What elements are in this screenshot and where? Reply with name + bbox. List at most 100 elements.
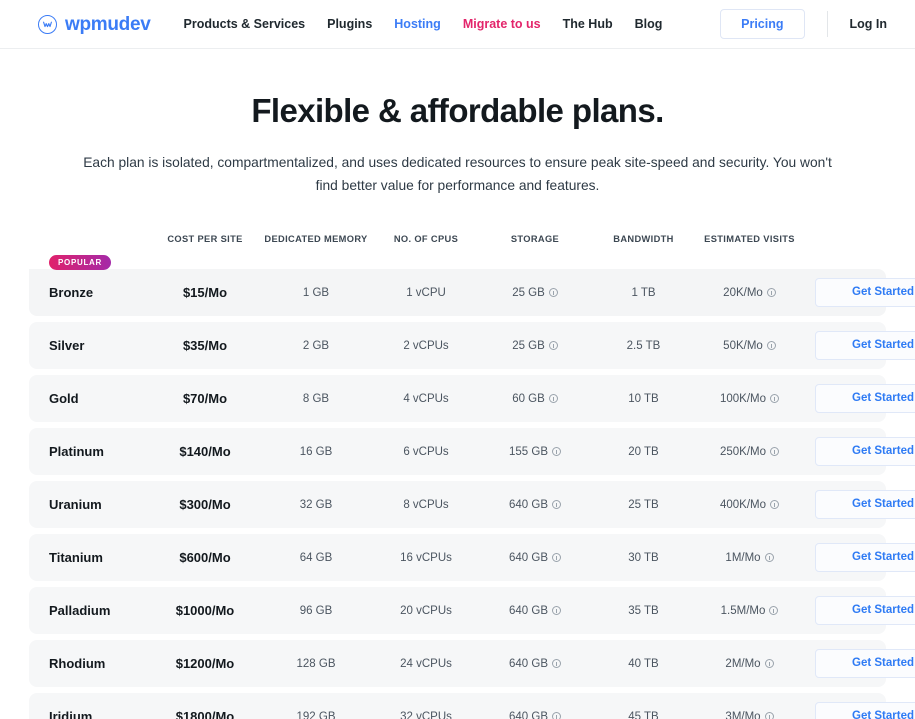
column-header-cost-per-site: COST PER SITE	[167, 234, 243, 245]
plan-dedicated-memory: 16 GB	[260, 446, 372, 458]
get-started-button[interactable]: Get Started	[815, 543, 915, 573]
plan-bandwidth-value: 30 TB	[628, 551, 659, 564]
pricing-button[interactable]: Pricing	[720, 8, 805, 40]
plan-bandwidth: 2.5 TB	[590, 340, 697, 352]
plan-dedicated-memory: 192 GB	[260, 711, 372, 719]
estimated-visits-info-icon[interactable]	[764, 553, 774, 563]
wpmudev-circle-logo-icon	[38, 14, 57, 34]
nav-link-plugins[interactable]: Plugins	[327, 18, 372, 31]
nav-link-blog[interactable]: Blog	[635, 18, 663, 31]
plan-bandwidth: 1 TB	[590, 287, 697, 299]
plan-estimated-visits-value: 1.5M/Mo	[720, 604, 766, 617]
plan-dedicated-memory-value: 32 GB	[299, 498, 333, 511]
plan-price: $1800/Mo	[175, 709, 235, 719]
plan-price: $1200/Mo	[175, 656, 235, 672]
plan-estimated-visits: 1M/Mo	[697, 552, 802, 564]
nav-link-the-hub[interactable]: The Hub	[563, 18, 613, 31]
get-started-button[interactable]: Get Started	[815, 649, 915, 679]
estimated-visits-info-icon[interactable]	[769, 606, 779, 616]
plan-estimated-visits-value: 20K/Mo	[723, 286, 763, 299]
plan-cpus: 2 vCPUs	[372, 340, 480, 352]
estimated-visits-info-icon[interactable]	[770, 500, 780, 510]
storage-info-icon[interactable]	[548, 394, 558, 404]
plan-estimated-visits-value: 100K/Mo	[719, 392, 767, 405]
plan-cpus-value: 2 vCPUs	[403, 339, 449, 352]
plan-cpus: 8 vCPUs	[372, 499, 480, 511]
storage-info-icon[interactable]	[548, 341, 558, 351]
plan-dedicated-memory-value: 192 GB	[296, 710, 336, 719]
plan-name: Uranium	[49, 497, 102, 513]
nav-link-migrate-to-us[interactable]: Migrate to us	[463, 18, 541, 31]
storage-info-icon[interactable]	[552, 447, 561, 457]
plan-storage-value: 640 GB	[509, 498, 548, 511]
nav-link-products-services[interactable]: Products & Services	[184, 18, 306, 31]
plan-dedicated-memory: 128 GB	[260, 658, 372, 670]
plan-name: Platinum	[49, 444, 104, 460]
estimated-visits-info-icon[interactable]	[766, 341, 776, 351]
storage-info-icon[interactable]	[552, 659, 561, 669]
brand-name: wpmudev	[65, 13, 151, 35]
plan-cta-cell: Get Started	[802, 278, 915, 308]
get-started-button[interactable]: Get Started	[815, 331, 915, 361]
plan-name: Iridium	[49, 709, 93, 719]
plan-estimated-visits: 3M/Mo	[697, 711, 802, 719]
brand-logo[interactable]: wpmudev	[38, 13, 151, 35]
plan-dedicated-memory-value: 2 GB	[302, 339, 330, 352]
plan-name: Palladium	[49, 603, 111, 619]
plan-cta-cell: Get Started	[802, 490, 915, 520]
storage-info-icon[interactable]	[548, 288, 558, 298]
plan-storage: 25 GB	[480, 340, 590, 352]
plan-cpus: 4 vCPUs	[372, 393, 480, 405]
plan-cpus: 20 vCPUs	[372, 605, 480, 617]
table-row: Bronze $15/Mo 1 GB 1 vCPU 25 GB 1 TB 20K/Mo Get…	[29, 269, 915, 317]
get-started-button[interactable]: Get Started	[815, 437, 915, 467]
plan-dedicated-memory: 96 GB	[260, 605, 372, 617]
get-started-button[interactable]: Get Started	[815, 702, 915, 719]
plan-estimated-visits: 20K/Mo	[697, 287, 802, 299]
plan-storage-value: 640 GB	[509, 657, 548, 670]
page-subtitle: Each plan is isolated, compartmentalized…	[83, 154, 832, 194]
plan-storage: 640 GB	[480, 552, 590, 564]
storage-info-icon[interactable]	[552, 606, 561, 616]
nav-link-hosting[interactable]: Hosting	[394, 18, 441, 31]
plan-estimated-visits-value: 250K/Mo	[719, 445, 767, 458]
estimated-visits-info-icon[interactable]	[770, 447, 780, 457]
plan-price: $70/Mo	[182, 391, 228, 407]
storage-info-icon[interactable]	[552, 500, 561, 510]
hero-section: Flexible & affordable plans. Each plan i…	[0, 49, 915, 198]
plan-bandwidth: 25 TB	[590, 499, 697, 511]
storage-info-icon[interactable]	[552, 553, 561, 563]
get-started-button[interactable]: Get Started	[815, 596, 915, 626]
plan-price: $15/Mo	[182, 285, 228, 301]
header-actions: Pricing Log In	[720, 8, 888, 40]
column-header-storage: STORAGE	[510, 234, 560, 245]
login-link[interactable]: Log In	[850, 18, 888, 31]
estimated-visits-info-icon[interactable]	[770, 394, 780, 404]
plan-cpus-value: 6 vCPUs	[403, 445, 449, 458]
column-header-dedicated-memory: DEDICATED MEMORY	[264, 234, 368, 245]
plan-cpus: 24 vCPUs	[372, 658, 480, 670]
plan-cta-cell: Get Started	[802, 384, 915, 414]
get-started-button[interactable]: Get Started	[815, 278, 915, 308]
plan-name: Rhodium	[49, 656, 106, 672]
plan-cpus-value: 1 vCPU	[406, 286, 446, 299]
get-started-button[interactable]: Get Started	[815, 384, 915, 414]
estimated-visits-info-icon[interactable]	[764, 659, 774, 669]
pricing-table: COST PER SITE DEDICATED MEMORY NO. OF CP…	[0, 226, 915, 719]
estimated-visits-info-icon[interactable]	[764, 712, 774, 719]
plan-cpus: 16 vCPUs	[372, 552, 480, 564]
get-started-button[interactable]: Get Started	[815, 490, 915, 520]
table-header-row: COST PER SITE DEDICATED MEMORY NO. OF CP…	[29, 226, 886, 252]
estimated-visits-info-icon[interactable]	[766, 288, 776, 298]
plan-estimated-visits-value: 400K/Mo	[719, 498, 767, 511]
storage-info-icon[interactable]	[552, 712, 561, 719]
site-header: wpmudev Products & Services Plugins Host…	[0, 0, 915, 49]
plan-storage-value: 25 GB	[512, 286, 545, 299]
plan-price: $600/Mo	[179, 550, 231, 566]
plan-estimated-visits-value: 50K/Mo	[723, 339, 763, 352]
plan-cta-cell: Get Started	[802, 543, 915, 573]
plan-bandwidth-value: 35 TB	[628, 604, 659, 617]
plan-cta-cell: Get Started	[802, 702, 915, 719]
plan-storage-value: 60 GB	[512, 392, 545, 405]
plan-cpus-value: 16 vCPUs	[400, 551, 452, 564]
